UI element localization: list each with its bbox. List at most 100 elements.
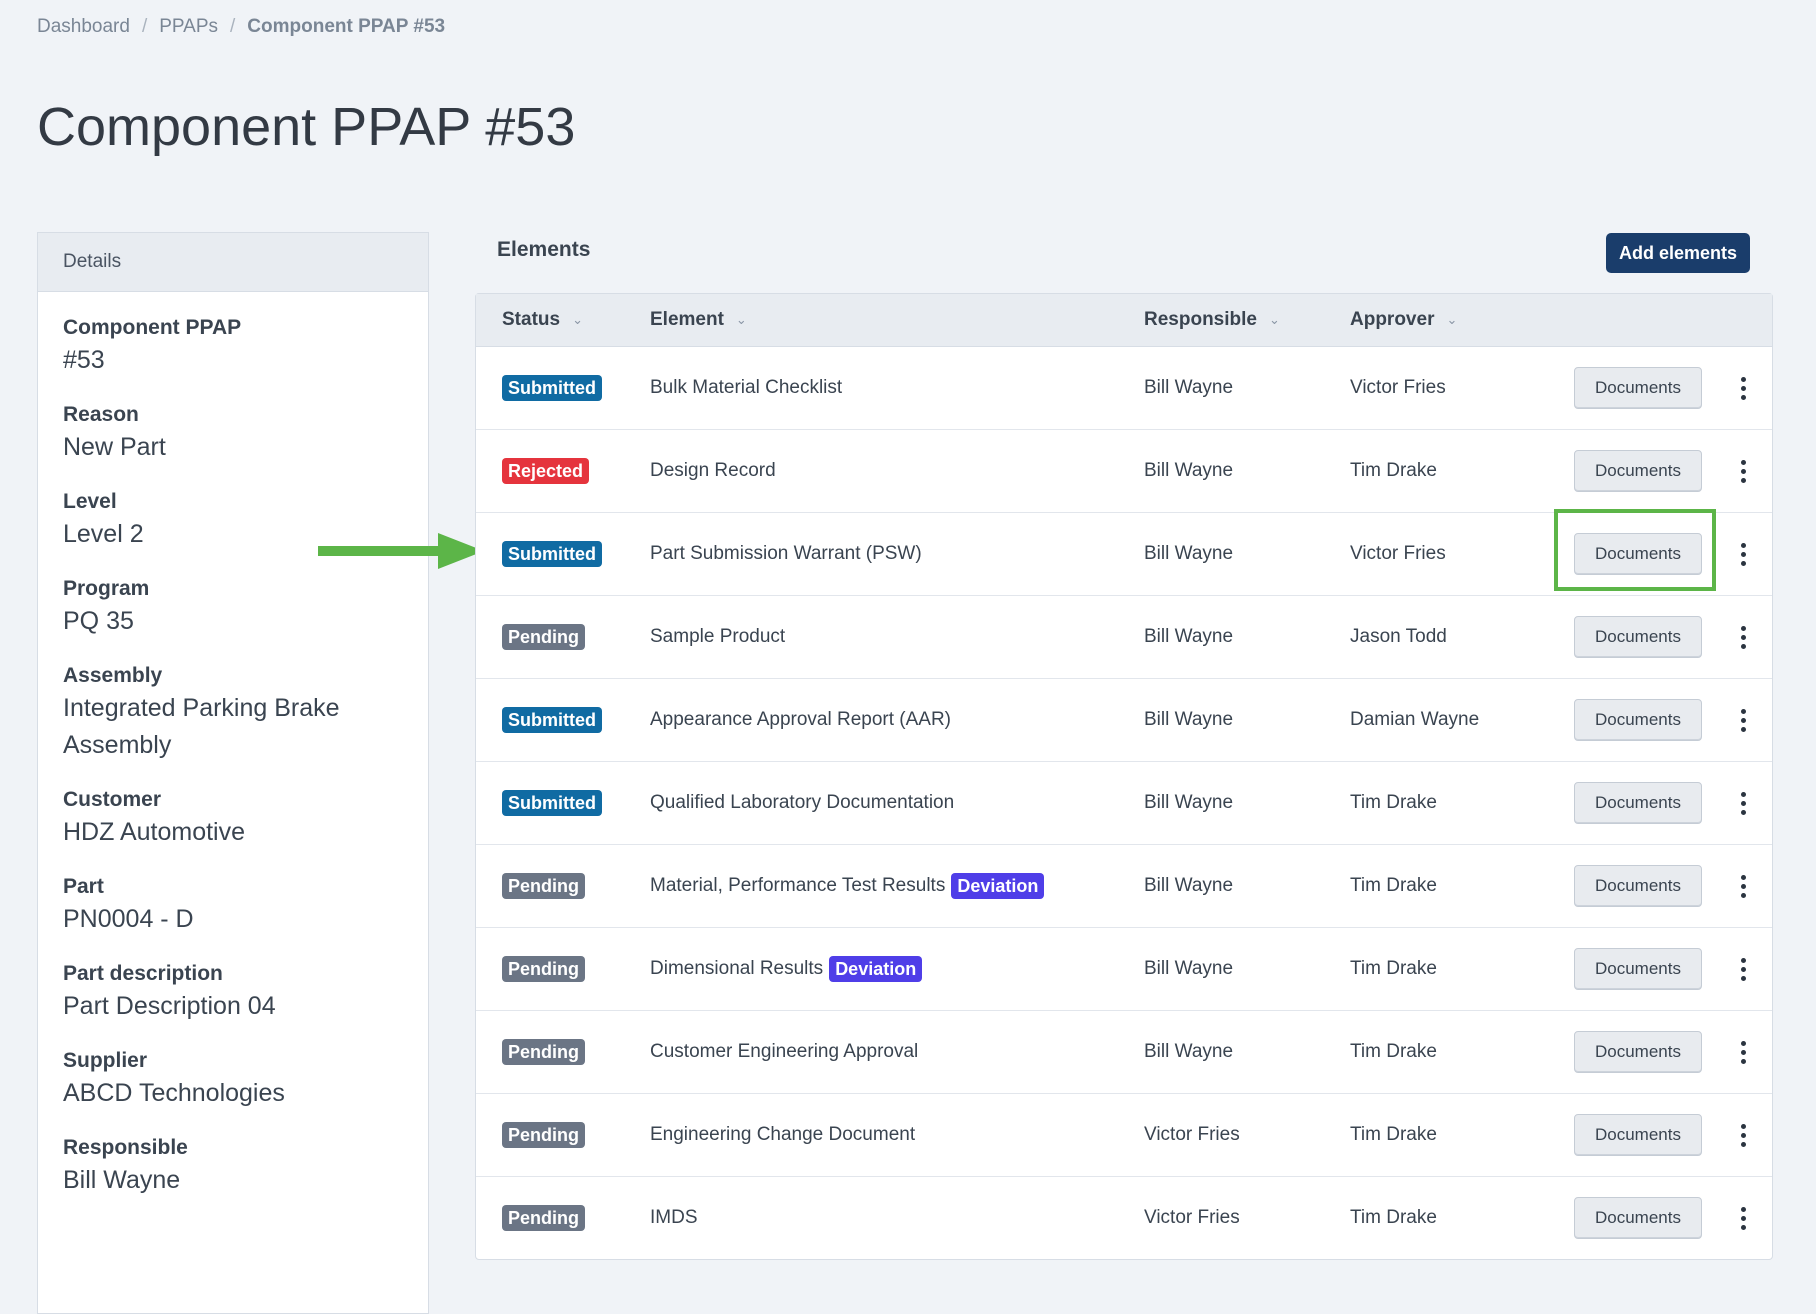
status-badge: Submitted <box>502 541 602 567</box>
more-options-icon[interactable] <box>1733 788 1753 818</box>
more-options-icon[interactable] <box>1733 705 1753 735</box>
element-cell: IMDS <box>650 1177 698 1259</box>
add-elements-button[interactable]: Add elements <box>1606 233 1750 273</box>
status-cell: Pending <box>502 1177 585 1259</box>
documents-cell: Documents <box>1574 430 1702 512</box>
detail-item: Assembly Integrated Parking Brake Assembl… <box>63 662 403 764</box>
responsible-name: Bill Wayne <box>1144 1041 1234 1062</box>
table-row: Pending IMDS Victor Fries Tim Drake Document… <box>476 1177 1772 1259</box>
row-actions <box>1733 1094 1753 1176</box>
responsible-cell: Bill Wayne <box>1144 513 1233 595</box>
more-options-icon[interactable] <box>1733 539 1753 569</box>
detail-label: Customer <box>63 788 162 811</box>
status-cell: Pending <box>502 1094 585 1176</box>
more-options-icon[interactable] <box>1733 622 1753 652</box>
status-badge: Submitted <box>502 790 602 816</box>
detail-value: Integrated Parking Brake Assembly <box>63 694 340 759</box>
row-actions <box>1733 762 1753 844</box>
element-name: Sample Product <box>650 626 786 647</box>
more-options-icon[interactable] <box>1733 954 1753 984</box>
status-badge: Pending <box>502 1039 585 1065</box>
breadcrumb-dashboard[interactable]: Dashboard <box>37 16 130 38</box>
column-status[interactable]: Status ⌄ <box>502 294 583 346</box>
element-cell: Customer Engineering Approval <box>650 1011 918 1093</box>
column-status-label: Status <box>502 309 561 330</box>
table-row: Pending Sample Product Bill Wayne Jason Tod… <box>476 596 1772 679</box>
documents-button[interactable]: Documents <box>1574 948 1702 990</box>
detail-value: New Part <box>63 433 166 461</box>
responsible-cell: Victor Fries <box>1144 1094 1240 1176</box>
element-cell: Dimensional Results Deviation <box>650 928 923 1010</box>
status-cell: Pending <box>502 928 585 1010</box>
documents-cell: Documents <box>1574 1011 1702 1093</box>
column-responsible[interactable]: Responsible ⌄ <box>1144 294 1280 346</box>
detail-value: Part Description 04 <box>63 992 276 1020</box>
column-approver[interactable]: Approver ⌄ <box>1350 294 1457 346</box>
detail-label: Supplier <box>63 1049 148 1072</box>
documents-cell: Documents <box>1574 347 1702 429</box>
documents-cell: Documents <box>1574 1094 1702 1176</box>
approver-name: Victor Fries <box>1350 543 1446 564</box>
table-row: Submitted Appearance Approval Report (AAR… <box>476 679 1772 762</box>
responsible-cell: Bill Wayne <box>1144 928 1233 1010</box>
more-options-icon[interactable] <box>1733 1037 1753 1067</box>
elements-title: Elements <box>497 238 591 261</box>
documents-button[interactable]: Documents <box>1574 367 1702 409</box>
detail-item: Part description Part Description 04 <box>63 960 403 1025</box>
detail-value: PQ 35 <box>63 607 134 635</box>
documents-cell: Documents <box>1574 845 1702 927</box>
approver-cell: Damian Wayne <box>1350 679 1479 761</box>
column-responsible-label: Responsible <box>1144 309 1257 330</box>
approver-name: Tim Drake <box>1350 1124 1437 1145</box>
element-cell: Material, Performance Test Results Deviat… <box>650 845 1045 927</box>
responsible-name: Bill Wayne <box>1144 460 1234 481</box>
documents-button[interactable]: Documents <box>1574 1114 1702 1156</box>
approver-cell: Tim Drake <box>1350 1011 1437 1093</box>
element-cell: Sample Product <box>650 596 785 678</box>
documents-button[interactable]: Documents <box>1574 1031 1702 1073</box>
table-header: Status ⌄ Element ⌄ Responsible ⌄ Approve… <box>476 294 1772 347</box>
detail-label: Part description <box>63 962 223 985</box>
approver-cell: Victor Fries <box>1350 513 1446 595</box>
more-options-icon[interactable] <box>1733 871 1753 901</box>
detail-label: Responsible <box>63 1136 188 1159</box>
approver-cell: Tim Drake <box>1350 928 1437 1010</box>
status-badge: Pending <box>502 956 585 982</box>
documents-cell: Documents <box>1574 762 1702 844</box>
detail-label: Assembly <box>63 664 163 687</box>
approver-name: Tim Drake <box>1350 875 1437 896</box>
documents-button[interactable]: Documents <box>1574 1197 1702 1239</box>
approver-cell: Victor Fries <box>1350 347 1446 429</box>
documents-button[interactable]: Documents <box>1574 865 1702 907</box>
more-options-icon[interactable] <box>1733 456 1753 486</box>
detail-item: Reason New Part <box>63 401 403 466</box>
responsible-name: Victor Fries <box>1144 1124 1240 1145</box>
documents-button[interactable]: Documents <box>1574 699 1702 741</box>
approver-cell: Tim Drake <box>1350 1177 1437 1259</box>
breadcrumb-ppaps[interactable]: PPAPs <box>159 16 218 38</box>
status-cell: Submitted <box>502 762 602 844</box>
column-element[interactable]: Element ⌄ <box>650 294 747 346</box>
responsible-name: Victor Fries <box>1144 1207 1240 1228</box>
status-cell: Submitted <box>502 347 602 429</box>
more-options-icon[interactable] <box>1733 373 1753 403</box>
details-body: Component PPAP #53 Reason New Part Level Leve… <box>38 292 428 1199</box>
element-name: Dimensional Results <box>650 958 824 979</box>
breadcrumb: Dashboard / PPAPs / Component PPAP #53 <box>37 16 445 38</box>
status-badge: Rejected <box>502 458 590 484</box>
responsible-name: Bill Wayne <box>1144 709 1234 730</box>
element-cell: Qualified Laboratory Documentation <box>650 762 954 844</box>
breadcrumb-current: Component PPAP #53 <box>247 16 446 37</box>
documents-button[interactable]: Documents <box>1574 450 1702 492</box>
approver-name: Victor Fries <box>1350 377 1446 398</box>
row-actions <box>1733 679 1753 761</box>
more-options-icon[interactable] <box>1733 1203 1753 1233</box>
approver-name: Damian Wayne <box>1350 709 1480 730</box>
documents-button[interactable]: Documents <box>1574 533 1702 575</box>
approver-name: Tim Drake <box>1350 1207 1437 1228</box>
responsible-name: Bill Wayne <box>1144 543 1234 564</box>
details-header: Details <box>38 233 428 292</box>
documents-button[interactable]: Documents <box>1574 782 1702 824</box>
documents-button[interactable]: Documents <box>1574 616 1702 658</box>
more-options-icon[interactable] <box>1733 1120 1753 1150</box>
